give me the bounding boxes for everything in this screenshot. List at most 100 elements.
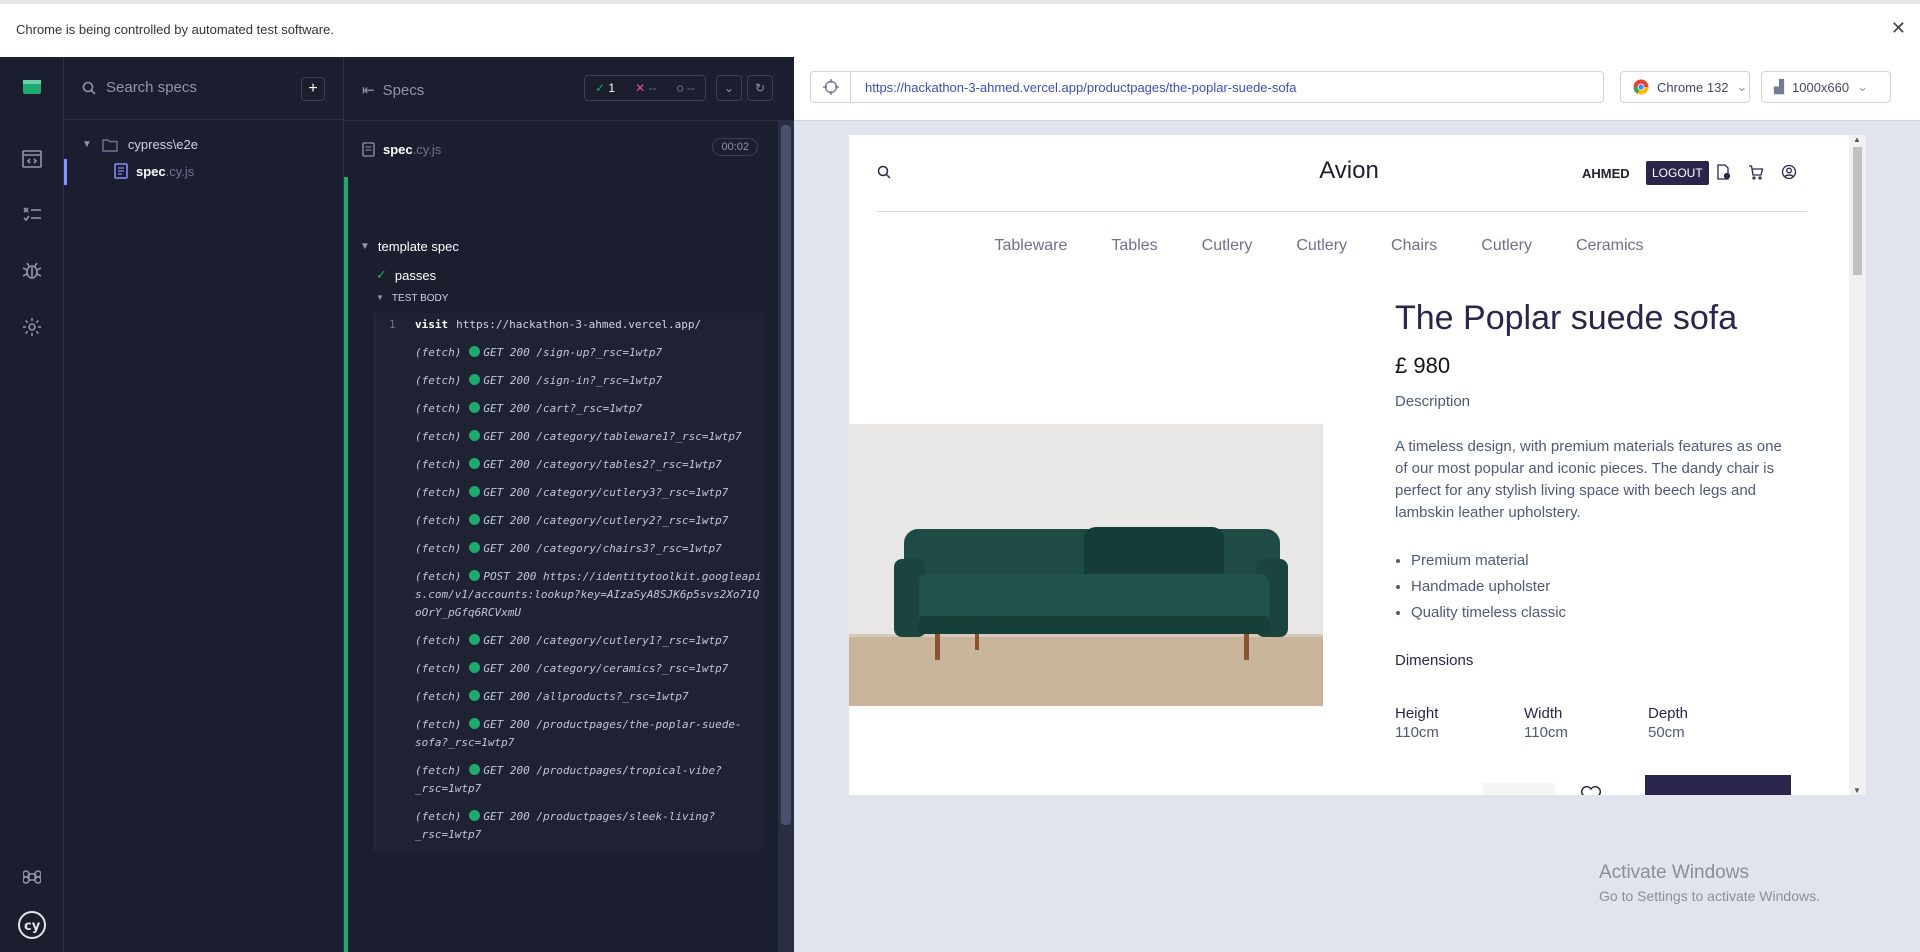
debug-nav-icon[interactable] [20, 259, 44, 283]
command-text: GET 200 /sign-up?_rsc=1wtp7 [483, 346, 663, 359]
specs-toggle[interactable]: ⇤ Specs [362, 81, 424, 100]
command-type: (fetch) [415, 458, 462, 471]
description-label: Description [1395, 393, 1471, 410]
nav-link-chairs[interactable]: Chairs [1391, 237, 1437, 255]
fail-x-icon: ✕ [635, 81, 646, 95]
command-row[interactable]: (fetch) GET 200 /productpages/tropical-vi… [375, 759, 764, 805]
runner-spec-row: spec.cy.js [362, 137, 772, 161]
search-specs-input[interactable]: Search specs [106, 79, 197, 96]
log-scroll-thumb[interactable] [781, 125, 791, 825]
rerun-icon[interactable]: ↻ [747, 75, 773, 101]
spec-file-row[interactable]: spec.cy.js [114, 163, 194, 179]
status-dot-icon [469, 718, 481, 729]
command-type: (fetch) [415, 514, 462, 527]
nav-link-cutlery[interactable]: Cutlery [1481, 237, 1532, 255]
scroll-up-icon[interactable]: ▲ [1853, 135, 1861, 144]
quantity-stepper[interactable] [1483, 783, 1555, 795]
banner-close-icon[interactable]: ✕ [1891, 18, 1906, 39]
app-under-test-area: https://hackathon-3-ahmed.vercel.app/pro… [794, 57, 1920, 952]
status-dot-icon [469, 634, 481, 645]
duration-badge: 00:02 [712, 138, 758, 156]
user-icon[interactable] [1781, 164, 1799, 182]
command-row[interactable]: (fetch) GET 200 /productpages/the-poplar-… [375, 713, 764, 759]
folder-icon [102, 138, 118, 152]
command-row[interactable]: 1 visit https://hackathon-3-ahmed.vercel.… [375, 313, 764, 341]
viewport-selector[interactable]: ▟ 1000x660 ⌄ [1761, 71, 1891, 103]
document-icon[interactable] [1715, 164, 1733, 182]
document-icon [362, 141, 375, 157]
heart-icon[interactable] [1580, 785, 1602, 795]
search-specs[interactable]: Search specs [82, 79, 197, 96]
pass-check-icon: ✓ [376, 267, 387, 282]
chevron-down-icon[interactable]: ⌄ [716, 75, 742, 101]
banner-text: Chrome is being controlled by automated … [16, 22, 334, 37]
command-text: GET 200 /category/cutlery2?_rsc=1wtp7 [483, 514, 729, 527]
suite-row[interactable]: ▼ template spec [360, 239, 459, 254]
command-row[interactable]: (fetch) POST 200 https://identitytoolkit.… [375, 565, 764, 629]
runner-body: ▼ template spec ✓ passes ▼ TEST BODY 1 v… [344, 177, 778, 952]
settings-gear-icon[interactable] [20, 315, 44, 339]
command-row[interactable]: (fetch) GET 200 /productpages/sleek-livin… [375, 805, 764, 851]
aut-scroll-thumb[interactable] [1853, 147, 1862, 275]
command-row[interactable]: (fetch) GET 200 /allproducts?_rsc=1wtp7 [375, 685, 764, 713]
dimension-label: Depth [1648, 705, 1689, 722]
spec-file-name: spec [136, 163, 166, 179]
command-row[interactable]: (fetch) GET 200 /sign-up?_rsc=1wtp7 [375, 341, 764, 369]
command-row[interactable]: (fetch) GET 200 /category/ceramics?_rsc=1… [375, 657, 764, 685]
dimension-width: Width 110cm [1524, 704, 1568, 742]
nav-link-cutlery[interactable]: Cutlery [1296, 237, 1347, 255]
command-number: 1 [389, 318, 396, 331]
command-row[interactable]: (fetch) GET 200 /cart?_rsc=1wtp7 [375, 397, 764, 425]
command-log-panel: ⇤ Specs ✓ 1 ✕ -- ◌ -- ⌄ ↻ spec.cy.js 00:… [344, 57, 794, 952]
command-row[interactable]: (fetch) GET 200 /category/cutlery3?_rsc=1… [375, 481, 764, 509]
command-row[interactable]: (fetch) GET 200 /category/cutlery2?_rsc=1… [375, 509, 764, 537]
command-row[interactable]: (fetch) GET 200 /category/cutlery1?_rsc=1… [375, 629, 764, 657]
cart-icon[interactable] [1748, 164, 1766, 182]
browser-selector[interactable]: Chrome 132 ⌄ [1620, 71, 1750, 103]
command-row[interactable]: (fetch) GET 200 /category/chairs3?_rsc=1w… [375, 537, 764, 565]
selector-playground-icon[interactable] [811, 72, 851, 102]
command-type: (fetch) [415, 690, 462, 703]
logout-button[interactable]: LOGOUT [1646, 161, 1709, 185]
status-dot-icon [469, 542, 481, 553]
specs-nav-icon[interactable] [20, 147, 44, 171]
command-url: https://hackathon-3-ahmed.vercel.app/ [456, 318, 702, 331]
command-row[interactable]: (fetch) GET 200 /category/tables2?_rsc=1w… [375, 453, 764, 481]
aut-url-bar[interactable]: https://hackathon-3-ahmed.vercel.app/pro… [810, 71, 1604, 103]
command-row[interactable]: (fetch) GET 200 /sign-in?_rsc=1wtp7 [375, 369, 764, 397]
new-spec-button[interactable]: + [301, 77, 325, 101]
runs-nav-icon[interactable] [20, 203, 44, 227]
add-to-cart-button[interactable] [1645, 775, 1791, 795]
folder-name: cypress\e2e [127, 137, 198, 152]
chevron-down-icon: ⌄ [1857, 79, 1869, 94]
active-indicator [64, 159, 67, 185]
test-row[interactable]: ✓ passes [376, 267, 436, 283]
command-text: GET 200 /sign-in?_rsc=1wtp7 [483, 374, 663, 387]
command-type: (fetch) [415, 542, 462, 555]
nav-rail: cy [0, 57, 64, 952]
aut-scrollbar[interactable]: ▲ ▼ [1849, 135, 1866, 795]
keyboard-shortcuts-icon[interactable] [20, 865, 44, 889]
command-text: GET 200 /category/cutlery1?_rsc=1wtp7 [483, 634, 729, 647]
command-row[interactable]: (fetch) GET 200 /category/tableware1?_rsc… [375, 425, 764, 453]
scroll-down-icon[interactable]: ▼ [1853, 786, 1861, 795]
divider [64, 119, 344, 120]
dimension-value: 110cm [1395, 724, 1439, 741]
nav-link-tables[interactable]: Tables [1111, 237, 1157, 255]
command-text: GET 200 /allproducts?_rsc=1wtp7 [483, 690, 689, 703]
windows-activation-watermark: Activate Windows Go to Settings to activ… [1599, 862, 1820, 904]
nav-link-tableware[interactable]: Tableware [994, 237, 1067, 255]
chrome-icon [1633, 79, 1649, 95]
pending-icon: ◌ [676, 81, 684, 95]
command-type: (fetch) [415, 346, 462, 359]
header-divider [877, 211, 1807, 212]
command-text: GET 200 /category/tables2?_rsc=1wtp7 [483, 458, 722, 471]
dimension-depth: Depth 50cm [1648, 704, 1688, 742]
command-type: (fetch) [415, 662, 462, 675]
nav-link-ceramics[interactable]: Ceramics [1576, 237, 1644, 255]
folder-row[interactable]: ▼ cypress\e2e [82, 137, 198, 152]
aut-url[interactable]: https://hackathon-3-ahmed.vercel.app/pro… [851, 80, 1296, 95]
nav-link-cutlery[interactable]: Cutlery [1202, 237, 1253, 255]
product-title: The Poplar suede sofa [1395, 299, 1738, 337]
log-scrollbar[interactable] [778, 121, 794, 952]
